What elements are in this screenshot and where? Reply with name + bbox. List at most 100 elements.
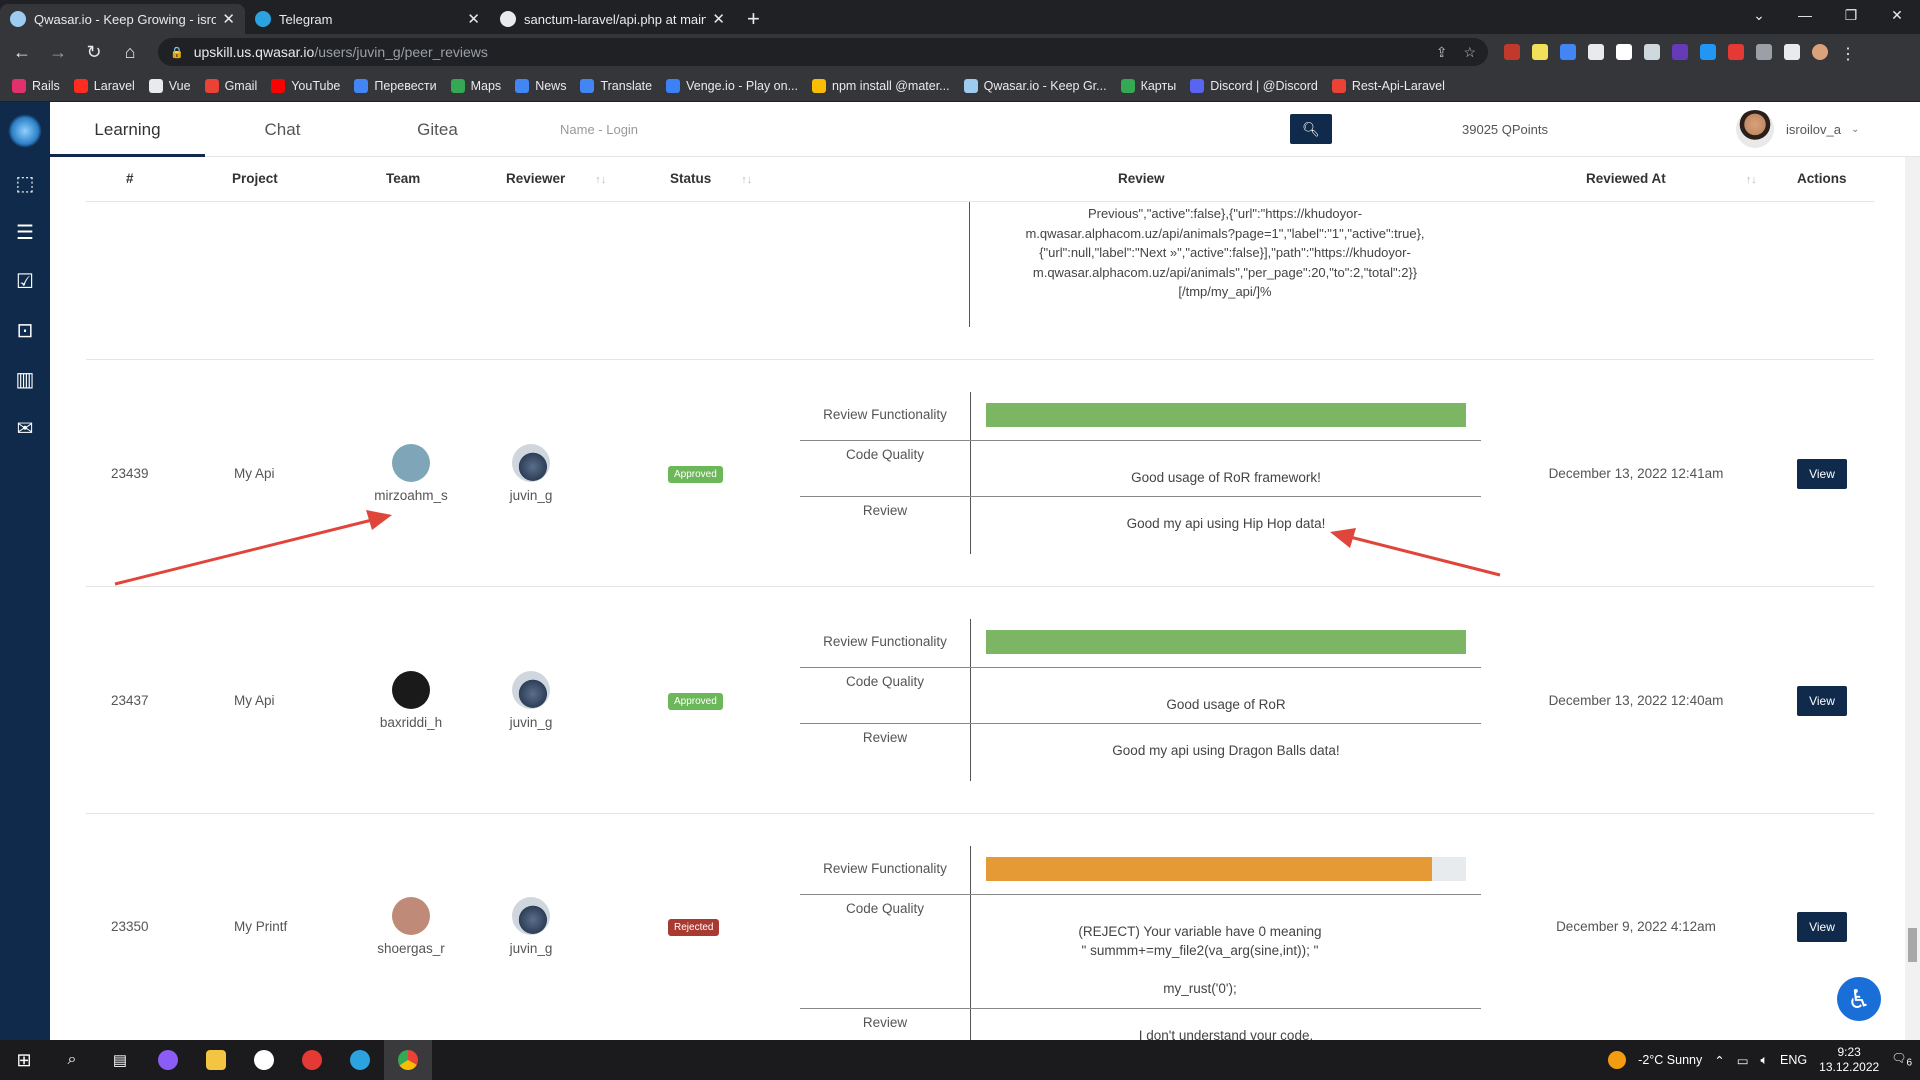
bookmark-item[interactable]: Карты: [1120, 78, 1176, 93]
search-button[interactable]: 🔍︎: [1290, 114, 1332, 144]
tray-chevron-icon[interactable]: ⌃: [1714, 1053, 1724, 1068]
bookmark-item[interactable]: Перевести: [354, 78, 437, 93]
user-avatar[interactable]: [1736, 110, 1775, 148]
chevron-down-icon[interactable]: ⌄: [1851, 124, 1859, 135]
close-window-button[interactable]: ✕: [1874, 0, 1920, 30]
home-icon[interactable]: ⌂: [116, 38, 144, 66]
team-member[interactable]: baxriddi_h: [356, 671, 466, 730]
view-button[interactable]: View: [1797, 459, 1847, 489]
team-member[interactable]: mirzoahm_s: [356, 444, 466, 503]
tab-search-icon[interactable]: ⌄: [1736, 0, 1782, 30]
profile-icon[interactable]: [1812, 44, 1828, 60]
search-icon[interactable]: ⌕: [48, 1040, 96, 1080]
notifications-icon[interactable]: 🗨︎6: [1891, 1051, 1912, 1068]
reviewer[interactable]: juvin_g: [486, 897, 576, 956]
reviewer-login[interactable]: juvin_g: [486, 715, 576, 730]
team-login[interactable]: mirzoahm_s: [356, 488, 466, 503]
user-search-input[interactable]: Name - Login: [560, 122, 1290, 137]
profile-card-icon[interactable]: ⊡: [12, 319, 38, 343]
col-header-reviewer[interactable]: Reviewer ↑↓: [506, 171, 606, 186]
clock[interactable]: 9:23 13.12.2022: [1819, 1045, 1879, 1075]
sort-icon[interactable]: ↑↓: [1746, 174, 1757, 186]
page-scrollbar[interactable]: [1905, 157, 1920, 1040]
bookmark-item[interactable]: Vue: [148, 78, 191, 93]
team-avatar[interactable]: [392, 671, 430, 709]
reviewer[interactable]: juvin_g: [486, 444, 576, 503]
bookmark-item[interactable]: Qwasar.io - Keep Gr...: [963, 78, 1107, 93]
bookmark-item[interactable]: Gmail: [204, 78, 257, 93]
bookmark-item[interactable]: Maps: [450, 78, 501, 93]
tab-learning[interactable]: Learning: [50, 102, 205, 157]
accessibility-icon[interactable]: ♿︎: [1837, 977, 1881, 1021]
minimize-button[interactable]: —: [1782, 0, 1828, 30]
language-indicator[interactable]: ENG: [1780, 1053, 1807, 1067]
extension-icon[interactable]: [1644, 44, 1660, 60]
qwasar-logo-icon[interactable]: [8, 114, 42, 148]
volume-icon[interactable]: 🔈︎: [1761, 1053, 1769, 1068]
team-avatar[interactable]: [392, 444, 430, 482]
team-login[interactable]: shoergas_r: [356, 941, 466, 956]
checkbox-icon[interactable]: ☑: [12, 270, 38, 294]
browser-tab[interactable]: Qwasar.io - Keep Growing - isroil ✕: [0, 4, 245, 34]
menu-icon[interactable]: ⋮: [1840, 44, 1856, 63]
bookmark-item[interactable]: Venge.io - Play on...: [666, 78, 798, 93]
extension-icon[interactable]: [1560, 44, 1576, 60]
chat-bubbles-icon[interactable]: ✉: [12, 417, 38, 441]
bookmark-item[interactable]: YouTube: [271, 78, 340, 93]
chrome-icon[interactable]: [384, 1040, 432, 1080]
restore-button[interactable]: ❐: [1828, 0, 1874, 30]
yandex-icon[interactable]: [240, 1040, 288, 1080]
reviewer-login[interactable]: juvin_g: [486, 488, 576, 503]
bookmark-item[interactable]: npm install @mater...: [812, 78, 950, 93]
windows-start-icon[interactable]: ⊞: [0, 1040, 48, 1080]
puzzle-icon[interactable]: [1756, 44, 1772, 60]
alice-icon[interactable]: [144, 1040, 192, 1080]
list-icon[interactable]: ☰: [12, 221, 38, 245]
sort-icon[interactable]: ↑↓: [741, 174, 752, 186]
new-tab-button[interactable]: +: [735, 4, 772, 34]
back-icon[interactable]: ←: [8, 38, 36, 66]
col-header-reviewed-at[interactable]: Reviewed At ↑↓: [1586, 171, 1757, 186]
close-tab-icon[interactable]: ✕: [712, 10, 725, 28]
reload-icon[interactable]: ↻: [80, 38, 108, 66]
reviewer-login[interactable]: juvin_g: [486, 941, 576, 956]
extension-icon[interactable]: [1616, 44, 1632, 60]
sort-icon[interactable]: ↑↓: [595, 174, 606, 186]
share-icon[interactable]: ⇪: [1436, 44, 1448, 61]
extension-icon[interactable]: [1504, 44, 1520, 60]
bookmark-item[interactable]: Rails: [12, 78, 60, 93]
close-tab-icon[interactable]: ✕: [467, 10, 480, 28]
view-button[interactable]: View: [1797, 912, 1847, 942]
telegram-icon[interactable]: [336, 1040, 384, 1080]
browser-tab[interactable]: Telegram ✕: [245, 4, 490, 34]
browser-tab[interactable]: sanctum-laravel/api.php at main ✕: [490, 4, 735, 34]
team-avatar[interactable]: [392, 897, 430, 935]
extension-icon[interactable]: [1672, 44, 1688, 60]
library-icon[interactable]: ▥: [12, 368, 38, 392]
bookmark-item[interactable]: News: [515, 78, 566, 93]
url-bar[interactable]: 🔒 upskill.us.qwasar.io/users/juvin_g/pee…: [158, 38, 1488, 66]
reviewer-avatar[interactable]: [512, 897, 550, 935]
network-icon[interactable]: ▭: [1737, 1053, 1749, 1068]
weather-text[interactable]: -2°C Sunny: [1638, 1053, 1702, 1067]
tab-gitea[interactable]: Gitea: [360, 102, 515, 157]
weather-icon[interactable]: [1608, 1051, 1627, 1069]
extension-icon[interactable]: [1588, 44, 1604, 60]
reviewer-avatar[interactable]: [512, 671, 550, 709]
bookmark-star-icon[interactable]: ☆: [1463, 44, 1476, 61]
dashboard-icon[interactable]: ⬚: [12, 172, 38, 196]
team-member[interactable]: shoergas_r: [356, 897, 466, 956]
tab-chat[interactable]: Chat: [205, 102, 360, 157]
forward-icon[interactable]: →: [44, 38, 72, 66]
scrollbar-thumb[interactable]: [1908, 928, 1917, 962]
task-view-icon[interactable]: ▤: [96, 1040, 144, 1080]
extension-icon[interactable]: [1532, 44, 1548, 60]
team-login[interactable]: baxriddi_h: [356, 715, 466, 730]
sidepanel-icon[interactable]: [1784, 44, 1800, 60]
bookmark-item[interactable]: Discord | @Discord: [1190, 78, 1318, 93]
file-explorer-icon[interactable]: [192, 1040, 240, 1080]
view-button[interactable]: View: [1797, 686, 1847, 716]
extension-icon[interactable]: [1700, 44, 1716, 60]
reviewer[interactable]: juvin_g: [486, 671, 576, 730]
reviewer-avatar[interactable]: [512, 444, 550, 482]
